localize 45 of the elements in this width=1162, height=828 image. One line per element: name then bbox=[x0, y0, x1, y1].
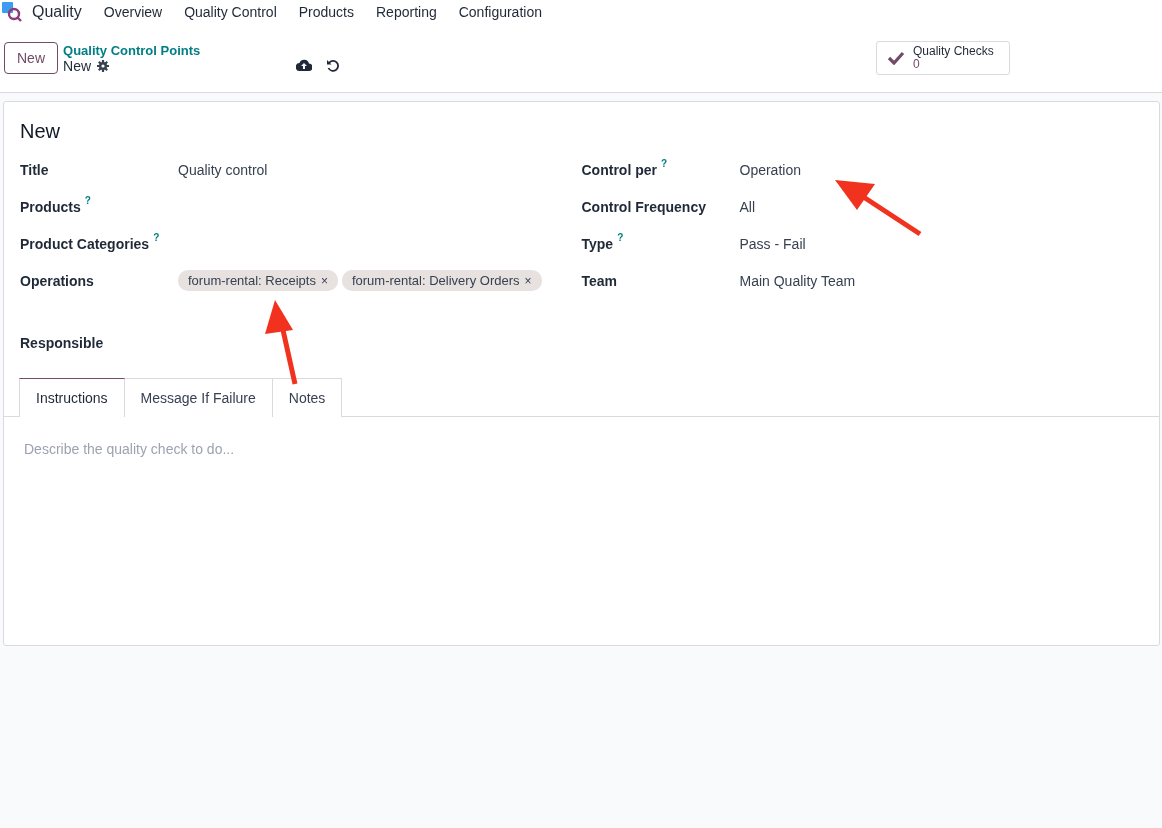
field-label: Title bbox=[20, 161, 49, 178]
field-value[interactable]: Quality control bbox=[178, 161, 268, 178]
field-value[interactable]: Main Quality Team bbox=[739, 272, 856, 289]
quality-checks-button[interactable]: Quality Checks 0 bbox=[876, 41, 1010, 75]
remove-icon[interactable]: × bbox=[320, 273, 328, 288]
field-label: Type bbox=[581, 235, 614, 252]
field-value[interactable]: Operation bbox=[739, 161, 801, 178]
tab[interactable]: Notes bbox=[272, 378, 343, 417]
tag-label: forum-rental: Delivery Orders bbox=[351, 273, 520, 288]
menu-item[interactable]: Products bbox=[298, 4, 354, 20]
app-name[interactable]: Quality bbox=[32, 3, 82, 21]
field-label: Control per bbox=[581, 161, 657, 178]
field-label: Team bbox=[581, 272, 618, 289]
settings-icon[interactable] bbox=[97, 59, 110, 72]
field-value[interactable]: Pass - Fail bbox=[739, 235, 806, 252]
menu-item[interactable]: Reporting bbox=[376, 4, 437, 20]
menu-item[interactable]: Overview bbox=[103, 4, 163, 20]
app-logo-icon[interactable] bbox=[2, 2, 24, 22]
record-title: New bbox=[19, 119, 61, 144]
field-label: Products bbox=[20, 198, 81, 215]
tag[interactable]: forum-rental: Receipts × bbox=[178, 270, 338, 291]
tag[interactable]: forum-rental: Delivery Orders × bbox=[341, 270, 542, 291]
help-icon[interactable]: ? bbox=[84, 194, 91, 206]
tab[interactable]: Message If Failure bbox=[124, 378, 273, 417]
field-label: Responsible bbox=[20, 334, 104, 351]
check-count: 0 bbox=[913, 57, 920, 71]
help-icon[interactable]: ? bbox=[660, 157, 668, 169]
cloud-upload-icon[interactable] bbox=[296, 58, 313, 71]
record-name: New bbox=[63, 57, 92, 74]
remove-icon[interactable]: × bbox=[524, 273, 532, 288]
field-value[interactable]: All bbox=[739, 198, 756, 215]
breadcrumb-link[interactable]: Quality Control Points bbox=[63, 42, 201, 58]
menu-item[interactable]: Configuration bbox=[458, 4, 542, 20]
undo-icon[interactable] bbox=[326, 58, 340, 72]
check-icon bbox=[887, 51, 905, 65]
tab[interactable]: Instructions bbox=[19, 378, 125, 417]
field-label: Control Frequency bbox=[581, 198, 706, 215]
tag-label: forum-rental: Receipts bbox=[188, 273, 316, 288]
button-label: Quality Checks bbox=[913, 44, 994, 58]
help-icon[interactable]: ? bbox=[617, 231, 624, 243]
field-label: Operations bbox=[20, 272, 94, 289]
help-icon[interactable]: ? bbox=[153, 231, 160, 243]
field-label: Product Categories bbox=[20, 235, 150, 252]
new-button[interactable]: New bbox=[4, 42, 58, 74]
menu-item[interactable]: Quality Control bbox=[184, 4, 277, 20]
